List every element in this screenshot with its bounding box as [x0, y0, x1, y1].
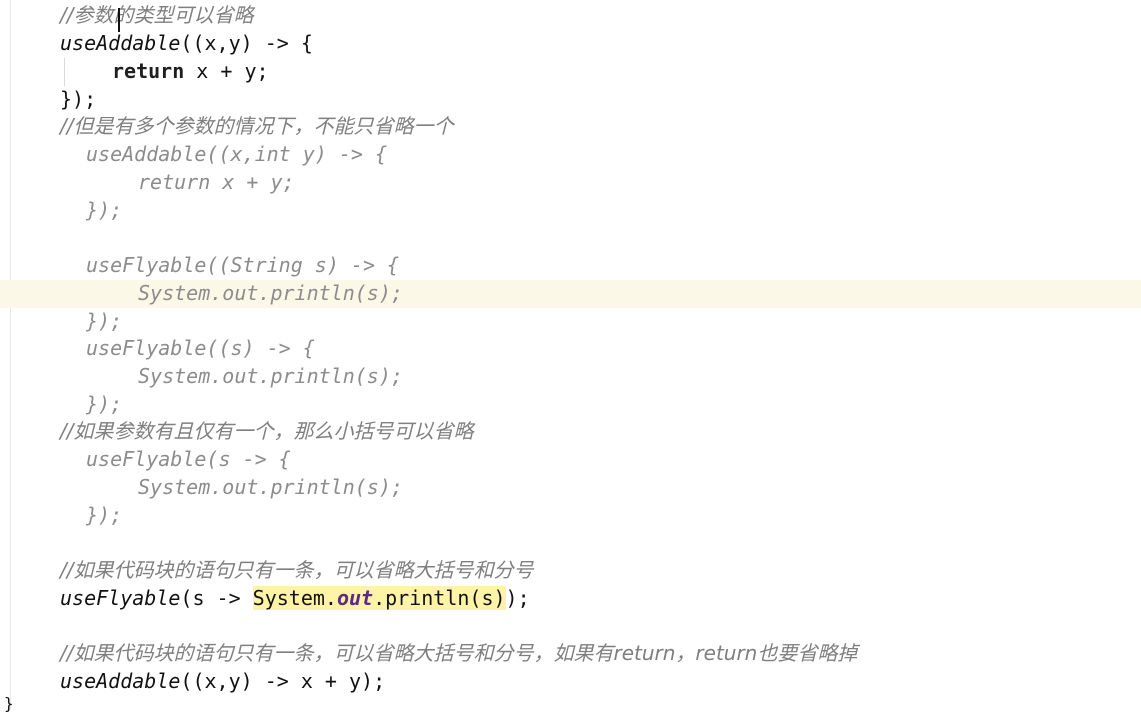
code-text: (s -> [180, 586, 253, 610]
code-line-11[interactable]: }); [86, 308, 122, 334]
code-line-18[interactable]: }); [86, 502, 122, 528]
code-line-19[interactable]: //如果代码块的语句只有一条，可以省略大括号和分号 [60, 557, 533, 583]
method-name: useAddable [60, 31, 181, 55]
code-line-22[interactable]: useAddable((x,y) -> x + y); [60, 668, 385, 694]
code-line-10[interactable]: System.out.println(s); [138, 280, 403, 306]
code-line-20[interactable]: useFlyable(s -> System.out.println(s)); [60, 585, 530, 611]
code-line-1[interactable]: //参数的类型可以省略 [60, 2, 253, 28]
static-field: out [336, 586, 374, 610]
code-text: System. [252, 586, 337, 610]
text-cursor [118, 8, 120, 32]
code-text: x + y; [184, 59, 269, 83]
code-text: .println(s) [373, 586, 506, 610]
gutter-separator [10, 0, 11, 710]
code-text: ((x,y) -> { [180, 31, 313, 55]
code-line-4[interactable]: }); [60, 86, 96, 112]
code-line-12[interactable]: useFlyable((s) -> { [86, 335, 315, 361]
code-line-8[interactable]: }); [86, 197, 122, 223]
closing-brace[interactable]: } [4, 696, 14, 712]
code-line-9[interactable]: useFlyable((String s) -> { [86, 252, 399, 278]
code-line-6[interactable]: useAddable((x,int y) -> { [86, 141, 387, 167]
code-text: ((x,y) -> x + y); [180, 669, 386, 693]
code-editor[interactable]: //参数的类型可以省略 useAddable((x,y) -> { return… [0, 0, 1141, 712]
keyword-return: return [112, 59, 185, 83]
matched-expression: System.out.println(s) [252, 586, 506, 610]
code-line-14[interactable]: }); [86, 391, 122, 417]
code-line-15[interactable]: //如果参数有且仅有一个，那么小括号可以省略 [60, 418, 473, 444]
code-line-13[interactable]: System.out.println(s); [138, 363, 403, 389]
code-line-7[interactable]: return x + y; [138, 169, 295, 195]
code-line-17[interactable]: System.out.println(s); [138, 474, 403, 500]
code-text: ); [505, 586, 530, 610]
method-name: useAddable [60, 669, 181, 693]
code-line-16[interactable]: useFlyable(s -> { [86, 446, 291, 472]
indent-guide [64, 58, 65, 86]
method-name: useFlyable [60, 586, 181, 610]
code-line-2[interactable]: useAddable((x,y) -> { [60, 30, 313, 56]
code-line-3[interactable]: return x + y; [112, 58, 269, 84]
code-line-21[interactable]: //如果代码块的语句只有一条，可以省略大括号和分号，如果有return，retu… [60, 640, 857, 666]
code-line-5[interactable]: //但是有多个参数的情况下，不能只省略一个 [60, 113, 453, 139]
